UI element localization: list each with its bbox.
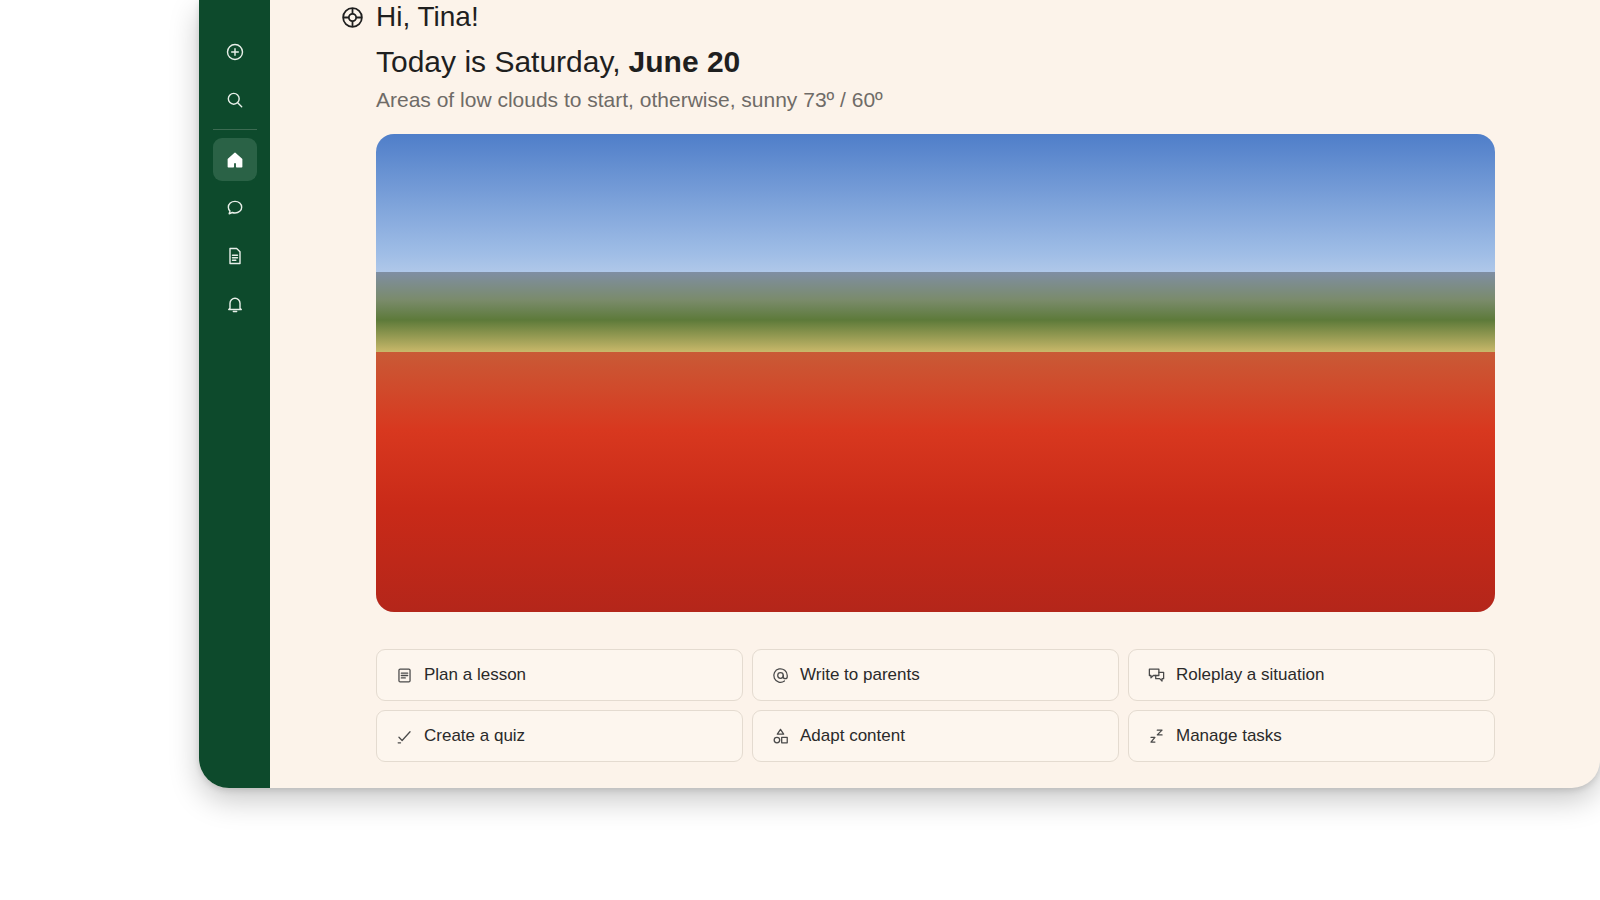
- at-sign-icon: [771, 666, 790, 685]
- home-content: Hi, Tina! Today is Saturday,June 20 Areas …: [270, 0, 1600, 788]
- checkmark-icon: [395, 727, 414, 746]
- action-label: Plan a lesson: [424, 665, 526, 685]
- lesson-icon: [395, 666, 414, 685]
- action-button[interactable]: Roleplay a situation: [1128, 649, 1495, 701]
- greeting: Hi, Tina!: [376, 1, 479, 33]
- document-icon: [225, 246, 245, 266]
- hills: [376, 272, 1495, 352]
- action-button[interactable]: Manage tasks: [1128, 710, 1495, 762]
- weather: Areas of low clouds to start, otherwise,…: [376, 88, 1495, 112]
- sidebar-item[interactable]: [213, 138, 257, 181]
- date-prefix: Today is Saturday,: [376, 44, 621, 80]
- chat-icon: [225, 198, 245, 218]
- home-icon: [225, 150, 245, 170]
- action-label: Write to parents: [800, 665, 920, 685]
- action-grid: Plan a lesson Write to parents Roleplay a …: [376, 649, 1495, 762]
- action-label: Roleplay a situation: [1176, 665, 1324, 685]
- shapes-icon: [771, 727, 790, 746]
- action-label: Manage tasks: [1176, 726, 1282, 746]
- action-label: Adapt content: [800, 726, 905, 746]
- tasks-icon: [1147, 727, 1166, 746]
- date-line: Today is Saturday,June 20: [376, 44, 1495, 80]
- search-icon: [225, 90, 245, 110]
- app-window: Hi, Tina! Today is Saturday,June 20 Areas …: [199, 0, 1600, 788]
- page: Hi, Tina! Today is Saturday,June 20 Areas …: [0, 0, 1600, 900]
- bell-icon: [225, 294, 245, 314]
- greeting-row: Hi, Tina!: [340, 0, 1495, 34]
- add-icon: [225, 42, 245, 62]
- action-button[interactable]: Write to parents: [752, 649, 1119, 701]
- assistant-logo-icon: [340, 5, 365, 30]
- action-label: Create a quiz: [424, 726, 525, 746]
- action-button[interactable]: Create a quiz: [376, 710, 743, 762]
- hero-image: [376, 134, 1495, 612]
- sidebar-item[interactable]: [213, 186, 257, 229]
- conversation-icon: [1147, 666, 1166, 685]
- sidebar-item[interactable]: [213, 282, 257, 325]
- poppy-field: [376, 352, 1495, 612]
- sidebar-item[interactable]: [213, 234, 257, 277]
- sidebar-item[interactable]: [213, 30, 257, 73]
- date: June 20: [629, 44, 741, 80]
- sidebar: [199, 0, 270, 788]
- action-button[interactable]: Plan a lesson: [376, 649, 743, 701]
- sidebar-divider: [213, 129, 257, 130]
- action-button[interactable]: Adapt content: [752, 710, 1119, 762]
- sidebar-item[interactable]: [213, 78, 257, 121]
